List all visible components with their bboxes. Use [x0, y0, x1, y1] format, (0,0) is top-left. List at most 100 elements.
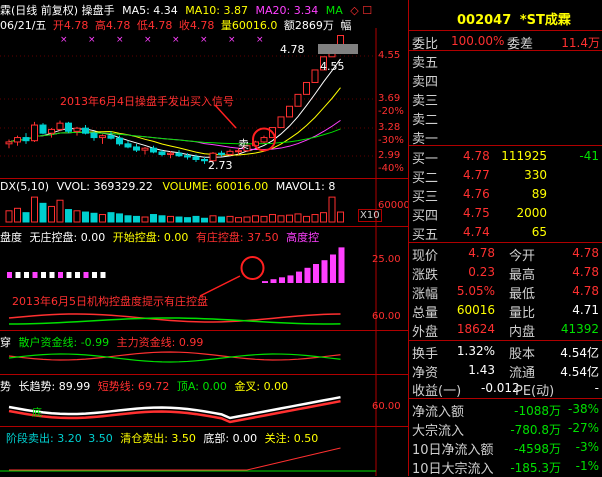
- candle-body: [192, 156, 200, 160]
- volume-scale-button[interactable]: X10: [358, 209, 382, 222]
- candle-body: [158, 151, 166, 155]
- ratio-value: 100.00%: [451, 34, 505, 48]
- volume-bar: [260, 215, 268, 223]
- control-bar-early: [49, 272, 55, 278]
- buy-level-volume: 330: [524, 168, 547, 182]
- volume-bar: [209, 215, 217, 223]
- candle-body: [65, 122, 72, 132]
- signal-marker: ×: [60, 35, 68, 45]
- fund-header: 穿 散户资金线: -0.99 主力资金线: 0.99: [0, 334, 203, 350]
- volume-bar: [243, 216, 251, 223]
- long-trend-label: 长趋势: 89.99: [18, 380, 91, 393]
- main-fund-line: [8, 351, 341, 361]
- volume-bar: [22, 212, 30, 223]
- candle-body: [90, 132, 98, 139]
- quote-value: 5.05%: [456, 284, 495, 298]
- signal-marker: ×: [172, 35, 180, 45]
- candle-body: [133, 146, 140, 151]
- main-fund-label: 主力资金线: 0.99: [116, 336, 204, 349]
- volume-bar: [167, 215, 174, 223]
- quote-value: 4.78: [572, 284, 599, 298]
- sell-level-label: 卖四: [412, 75, 439, 90]
- quote-label: 涨跌: [412, 268, 439, 283]
- control-header: 盘度 无庄控盘: 0.00 开始控盘: 0.00 有庄控盘: 37.50 高度控: [0, 229, 319, 245]
- candle-body: [82, 127, 89, 134]
- y-tick: 2.99: [378, 150, 401, 161]
- buy-level-volume: 65: [531, 225, 547, 239]
- control-bar-early: [66, 272, 72, 278]
- flow-value: -185.3万: [510, 461, 561, 475]
- flow-value: -4598万: [514, 442, 561, 456]
- volume-header: DX(5,10) VVOL: 369329.22 VOLUME: 60016.0…: [0, 180, 335, 193]
- mavol-label: MAVOL1: 8: [275, 180, 336, 193]
- volume-bar: [14, 207, 21, 223]
- fund-title: 穿: [0, 336, 11, 349]
- control-bar: [296, 271, 302, 283]
- volume-bar: [192, 215, 200, 223]
- volume-bar: [99, 214, 106, 223]
- retail-fund-line: [8, 353, 341, 363]
- volume-bar: [31, 196, 38, 223]
- chart-area[interactable]: 霖(日线 前复权) 操盘手 MA5: 4.34 MA10: 3.87 MA20:…: [0, 0, 408, 476]
- control-y-bottom: 60.00: [372, 311, 401, 322]
- stat-value: 4.54亿: [560, 346, 599, 360]
- gold-cross-label: 金叉: 0.00: [234, 380, 289, 393]
- control-title: 盘度: [0, 231, 22, 244]
- control-bar-early: [24, 272, 29, 278]
- volume-bar: [184, 217, 191, 223]
- trend-header: 势 长趋势: 89.99 短势线: 69.72 顶A: 0.00 金叉: 0.0…: [0, 378, 288, 394]
- clear-sell-label: 清仓卖出: 3.50: [120, 432, 196, 445]
- volume-bar: [116, 213, 123, 223]
- volume-bar: [39, 202, 47, 223]
- candle-body: [124, 143, 132, 148]
- control-bar-early: [75, 272, 80, 278]
- buy-level-label: 买五: [412, 228, 439, 243]
- stage-sell-2: 3.50: [88, 432, 113, 445]
- retail-fund-label: 散户资金线: -0.99: [18, 336, 110, 349]
- volume-bar: [150, 214, 157, 223]
- quote-value: 18624: [456, 322, 495, 336]
- volume-bar: [303, 215, 310, 223]
- quote-value: 41392: [560, 322, 599, 336]
- stat-value: 1.43: [468, 363, 495, 377]
- candle-body: [39, 124, 47, 134]
- sell-marker: 卖: [238, 138, 249, 151]
- quote-value: 4.78: [572, 265, 599, 279]
- candle-body: [22, 137, 30, 142]
- buy-level-volume: 2000: [516, 206, 547, 220]
- stat-value: 4.54亿: [560, 365, 599, 379]
- quote-label: 内盘: [509, 325, 536, 340]
- sell-level-label: 卖三: [412, 94, 439, 109]
- volume-bar: [294, 213, 302, 223]
- candle-body: [141, 147, 149, 151]
- signal-marker: ×: [256, 35, 264, 45]
- start-control-label: 开始控盘: 0.00: [112, 231, 189, 244]
- candle-body: [73, 127, 81, 132]
- candle-body: [184, 155, 191, 158]
- high-control-label: 高度控: [286, 231, 320, 244]
- candle-body: [175, 152, 183, 157]
- quote-label: 量比: [509, 306, 536, 321]
- candle-body: [99, 135, 106, 139]
- control-bar: [270, 279, 277, 283]
- candle-body: [5, 141, 13, 145]
- y-tick: 4.55: [378, 50, 401, 61]
- signal-marker: ×: [200, 35, 208, 45]
- dx-label: DX(5,10): [0, 180, 50, 193]
- vvol-label: VVOL: 369329.22: [56, 180, 153, 193]
- volume-bar: [124, 215, 132, 223]
- sell-header: 阶段卖出: 3.20 3.50 清仓卖出: 3.50 底部: 0.00 关注: …: [0, 430, 318, 446]
- volume-bar: [90, 212, 98, 223]
- candle-body: [286, 105, 293, 118]
- earn-value: -0.012: [481, 381, 520, 395]
- signal-marker: ×: [116, 35, 124, 45]
- quote-label: 最低: [509, 287, 536, 302]
- volume-bar: [201, 217, 208, 223]
- flow-label: 10日大宗流入: [412, 462, 494, 477]
- flow-label: 净流入额: [412, 405, 465, 420]
- control-bar: [262, 281, 268, 283]
- candle-body: [201, 158, 208, 162]
- volume-bar: [73, 210, 81, 223]
- earn-label: 收益(一): [412, 384, 462, 399]
- y-tick: -20%: [378, 106, 404, 117]
